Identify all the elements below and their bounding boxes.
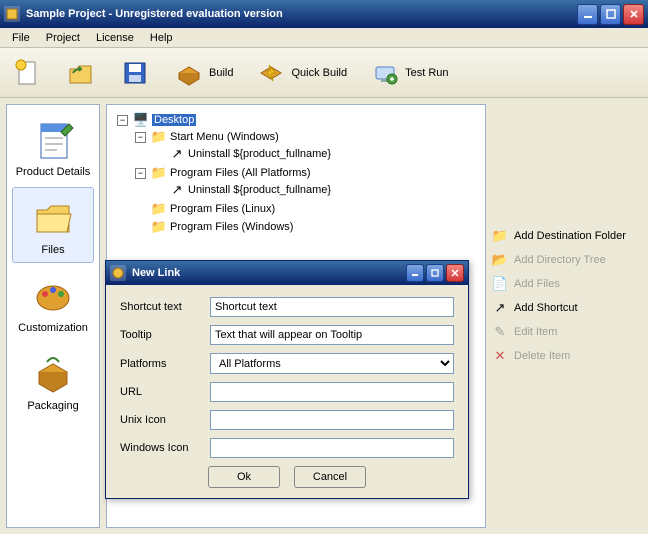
action-add-directory-tree: 📂Add Directory Tree	[492, 250, 642, 270]
tooltip-label: Tooltip	[120, 329, 210, 341]
maximize-button[interactable]	[600, 4, 621, 25]
dialog-close-button[interactable]	[446, 264, 464, 282]
build-icon	[173, 57, 205, 89]
file-icon: 📄	[492, 276, 508, 292]
tree-expander[interactable]: −	[117, 115, 128, 126]
shortcut-icon: ↗	[169, 146, 185, 162]
save-icon	[119, 57, 151, 89]
link-icon	[110, 265, 126, 281]
menubar: File Project License Help	[0, 28, 648, 48]
url-input[interactable]	[210, 382, 454, 402]
desktop-icon: 🖥️	[133, 112, 149, 128]
testrun-icon	[369, 57, 401, 89]
sidebar-item-packaging[interactable]: Packaging	[12, 343, 94, 419]
action-add-files: 📄Add Files	[492, 274, 642, 294]
quickbuild-button[interactable]: Quick Build	[250, 52, 352, 94]
open-icon	[65, 57, 97, 89]
tree-node[interactable]: Start Menu (Windows)	[170, 131, 279, 143]
new-icon	[11, 57, 43, 89]
edit-icon: ✎	[492, 324, 508, 340]
menu-project[interactable]: Project	[38, 30, 88, 46]
shortcut-icon: ↗	[492, 300, 508, 316]
tree-expander[interactable]: −	[135, 168, 146, 179]
action-delete-item: ✕Delete Item	[492, 346, 642, 366]
palette-icon	[29, 272, 77, 320]
tree-node-desktop[interactable]: Desktop	[152, 114, 196, 126]
sidebar-item-files[interactable]: Files	[12, 187, 94, 263]
folder-icon: 📁	[151, 219, 167, 235]
folder-icon	[29, 194, 77, 242]
sidebar-item-label: Product Details	[16, 166, 91, 178]
cancel-button[interactable]: Cancel	[294, 466, 366, 488]
menu-license[interactable]: License	[88, 30, 142, 46]
tree-node[interactable]: Program Files (Linux)	[170, 203, 275, 215]
dialog-minimize-button[interactable]	[406, 264, 424, 282]
tooltip-input[interactable]	[210, 325, 454, 345]
tree-node[interactable]: Program Files (Windows)	[170, 221, 293, 233]
sidebar-item-label: Packaging	[27, 400, 78, 412]
quickbuild-label: Quick Build	[291, 67, 347, 79]
sidebar-item-label: Files	[41, 244, 64, 256]
sidebar: Product Details Files Customization Pack…	[6, 104, 100, 528]
folder-icon: 📁	[151, 165, 167, 181]
folder-icon: 📁	[151, 201, 167, 217]
unix-icon-label: Unix Icon	[120, 414, 210, 426]
window-titlebar: Sample Project - Unregistered evaluation…	[0, 0, 648, 28]
tree-icon: 📂	[492, 252, 508, 268]
minimize-button[interactable]	[577, 4, 598, 25]
menu-help[interactable]: Help	[142, 30, 181, 46]
shortcut-text-input[interactable]	[210, 297, 454, 317]
new-button[interactable]	[6, 52, 48, 94]
platforms-select[interactable]: All Platforms	[210, 353, 454, 374]
delete-icon: ✕	[492, 348, 508, 364]
tree-expander[interactable]: −	[135, 132, 146, 143]
quickbuild-icon	[255, 57, 287, 89]
sidebar-item-customization[interactable]: Customization	[12, 265, 94, 341]
sidebar-item-product-details[interactable]: Product Details	[12, 109, 94, 185]
toolbar: Build Quick Build Test Run	[0, 48, 648, 98]
dialog-maximize-button[interactable]	[426, 264, 444, 282]
tree-node[interactable]: Uninstall ${product_fullname}	[188, 184, 331, 196]
build-label: Build	[209, 67, 233, 79]
open-button[interactable]	[60, 52, 102, 94]
shortcut-text-label: Shortcut text	[120, 301, 210, 313]
save-button[interactable]	[114, 52, 156, 94]
new-link-dialog: New Link Shortcut text Tooltip Platforms…	[105, 260, 469, 499]
platforms-label: Platforms	[120, 358, 210, 370]
shortcut-icon: ↗	[169, 182, 185, 198]
action-add-destination-folder[interactable]: 📁Add Destination Folder	[492, 226, 642, 246]
unix-icon-input[interactable]	[210, 410, 454, 430]
ok-button[interactable]: Ok	[208, 466, 280, 488]
testrun-button[interactable]: Test Run	[364, 52, 453, 94]
dialog-titlebar: New Link	[106, 261, 468, 285]
actions-panel: 📁Add Destination Folder 📂Add Directory T…	[492, 104, 642, 528]
sidebar-item-label: Customization	[18, 322, 88, 334]
dialog-title: New Link	[132, 267, 406, 279]
window-title: Sample Project - Unregistered evaluation…	[26, 8, 577, 20]
tree-node[interactable]: Uninstall ${product_fullname}	[188, 148, 331, 160]
app-icon	[4, 6, 20, 22]
package-icon	[29, 350, 77, 398]
folder-icon: 📁	[151, 129, 167, 145]
build-button[interactable]: Build	[168, 52, 238, 94]
tree-node[interactable]: Program Files (All Platforms)	[170, 167, 311, 179]
action-add-shortcut[interactable]: ↗Add Shortcut	[492, 298, 642, 318]
folder-add-icon: 📁	[492, 228, 508, 244]
windows-icon-input[interactable]	[210, 438, 454, 458]
action-edit-item: ✎Edit Item	[492, 322, 642, 342]
close-button[interactable]	[623, 4, 644, 25]
testrun-label: Test Run	[405, 67, 448, 79]
menu-file[interactable]: File	[4, 30, 38, 46]
url-label: URL	[120, 386, 210, 398]
notepad-icon	[29, 116, 77, 164]
windows-icon-label: Windows Icon	[120, 442, 210, 454]
